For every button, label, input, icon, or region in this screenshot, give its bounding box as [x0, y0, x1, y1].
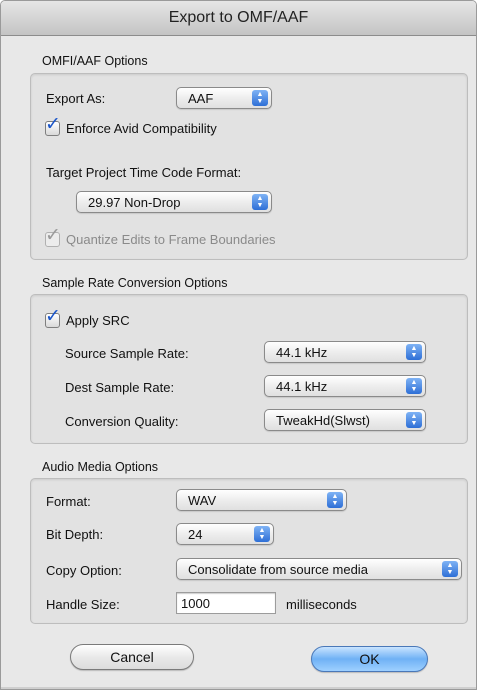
quantize-edits-label: Quantize Edits to Frame Boundaries — [66, 232, 276, 247]
up-down-arrows-icon: ▲ ▼ — [406, 378, 422, 394]
export-as-value: AAF — [188, 91, 214, 106]
checkmark-icon: ✓ — [45, 306, 61, 327]
export-as-popup[interactable]: AAF ▲ ▼ — [176, 87, 272, 109]
up-down-arrows-icon: ▲ ▼ — [252, 194, 268, 210]
window-title-bar[interactable]: Export to OMF/AAF — [1, 1, 476, 36]
audio-section-title: Audio Media Options — [42, 460, 159, 474]
bit-depth-popup[interactable]: 24 ▲ ▼ — [176, 523, 274, 545]
window-title: Export to OMF/AAF — [168, 9, 309, 26]
src-section-title: Sample Rate Conversion Options — [42, 276, 228, 290]
handle-size-field[interactable] — [176, 592, 276, 614]
timecode-format-value: 29.97 Non-Drop — [88, 195, 181, 210]
source-sample-rate-value: 44.1 kHz — [276, 345, 328, 360]
source-sample-rate-label: Source Sample Rate: — [65, 346, 189, 361]
timecode-format-popup[interactable]: 29.97 Non-Drop ▲ ▼ — [76, 191, 272, 213]
bit-depth-label: Bit Depth: — [46, 527, 104, 542]
up-down-arrows-icon: ▲ ▼ — [406, 344, 422, 360]
format-value: WAV — [188, 493, 217, 508]
ok-button[interactable]: OK — [311, 646, 428, 672]
window-bottom-edge — [1, 687, 476, 689]
apply-src-label[interactable]: Apply SRC — [66, 313, 130, 328]
format-popup[interactable]: WAV ▲ ▼ — [176, 489, 347, 511]
up-down-arrows-icon: ▲ ▼ — [442, 561, 458, 577]
cancel-button-label: Cancel — [110, 649, 154, 665]
copy-option-popup[interactable]: Consolidate from source media ▲ ▼ — [176, 558, 462, 580]
copy-option-value: Consolidate from source media — [188, 562, 368, 577]
ok-button-label: OK — [359, 651, 380, 667]
checkmark-icon: ✓ — [45, 114, 61, 135]
omfi-section-title: OMFI/AAF Options — [42, 54, 148, 68]
export-omf-aaf-dialog: Export to OMF/AAF OMFI/AAF Options Expor… — [0, 0, 477, 690]
dest-sample-rate-value: 44.1 kHz — [276, 379, 328, 394]
conversion-quality-popup[interactable]: TweakHd(Slwst) ▲ ▼ — [264, 409, 426, 431]
checkmark-icon: ✓ — [45, 225, 61, 246]
up-down-arrows-icon: ▲ ▼ — [327, 492, 343, 508]
quantize-edits-checkbox: ✓ — [45, 226, 61, 247]
conversion-quality-value: TweakHd(Slwst) — [276, 413, 370, 428]
bit-depth-value: 24 — [188, 527, 203, 542]
handle-size-label: Handle Size: — [46, 597, 120, 612]
up-down-arrows-icon: ▲ ▼ — [252, 90, 268, 106]
apply-src-checkbox[interactable]: ✓ — [45, 307, 61, 328]
up-down-arrows-icon: ▲ ▼ — [254, 526, 270, 542]
copy-option-label: Copy Option: — [46, 563, 122, 578]
format-label: Format: — [46, 494, 91, 509]
handle-size-units: milliseconds — [286, 597, 357, 612]
enforce-avid-label[interactable]: Enforce Avid Compatibility — [66, 121, 217, 136]
up-down-arrows-icon: ▲ ▼ — [406, 412, 422, 428]
cancel-button[interactable]: Cancel — [70, 644, 194, 670]
source-sample-rate-popup[interactable]: 44.1 kHz ▲ ▼ — [264, 341, 426, 363]
enforce-avid-checkbox[interactable]: ✓ — [45, 115, 61, 136]
export-as-label: Export As: — [46, 91, 106, 106]
conversion-quality-label: Conversion Quality: — [65, 414, 179, 429]
dest-sample-rate-popup[interactable]: 44.1 kHz ▲ ▼ — [264, 375, 426, 397]
dest-sample-rate-label: Dest Sample Rate: — [65, 380, 175, 395]
timecode-format-label: Target Project Time Code Format: — [46, 165, 242, 180]
